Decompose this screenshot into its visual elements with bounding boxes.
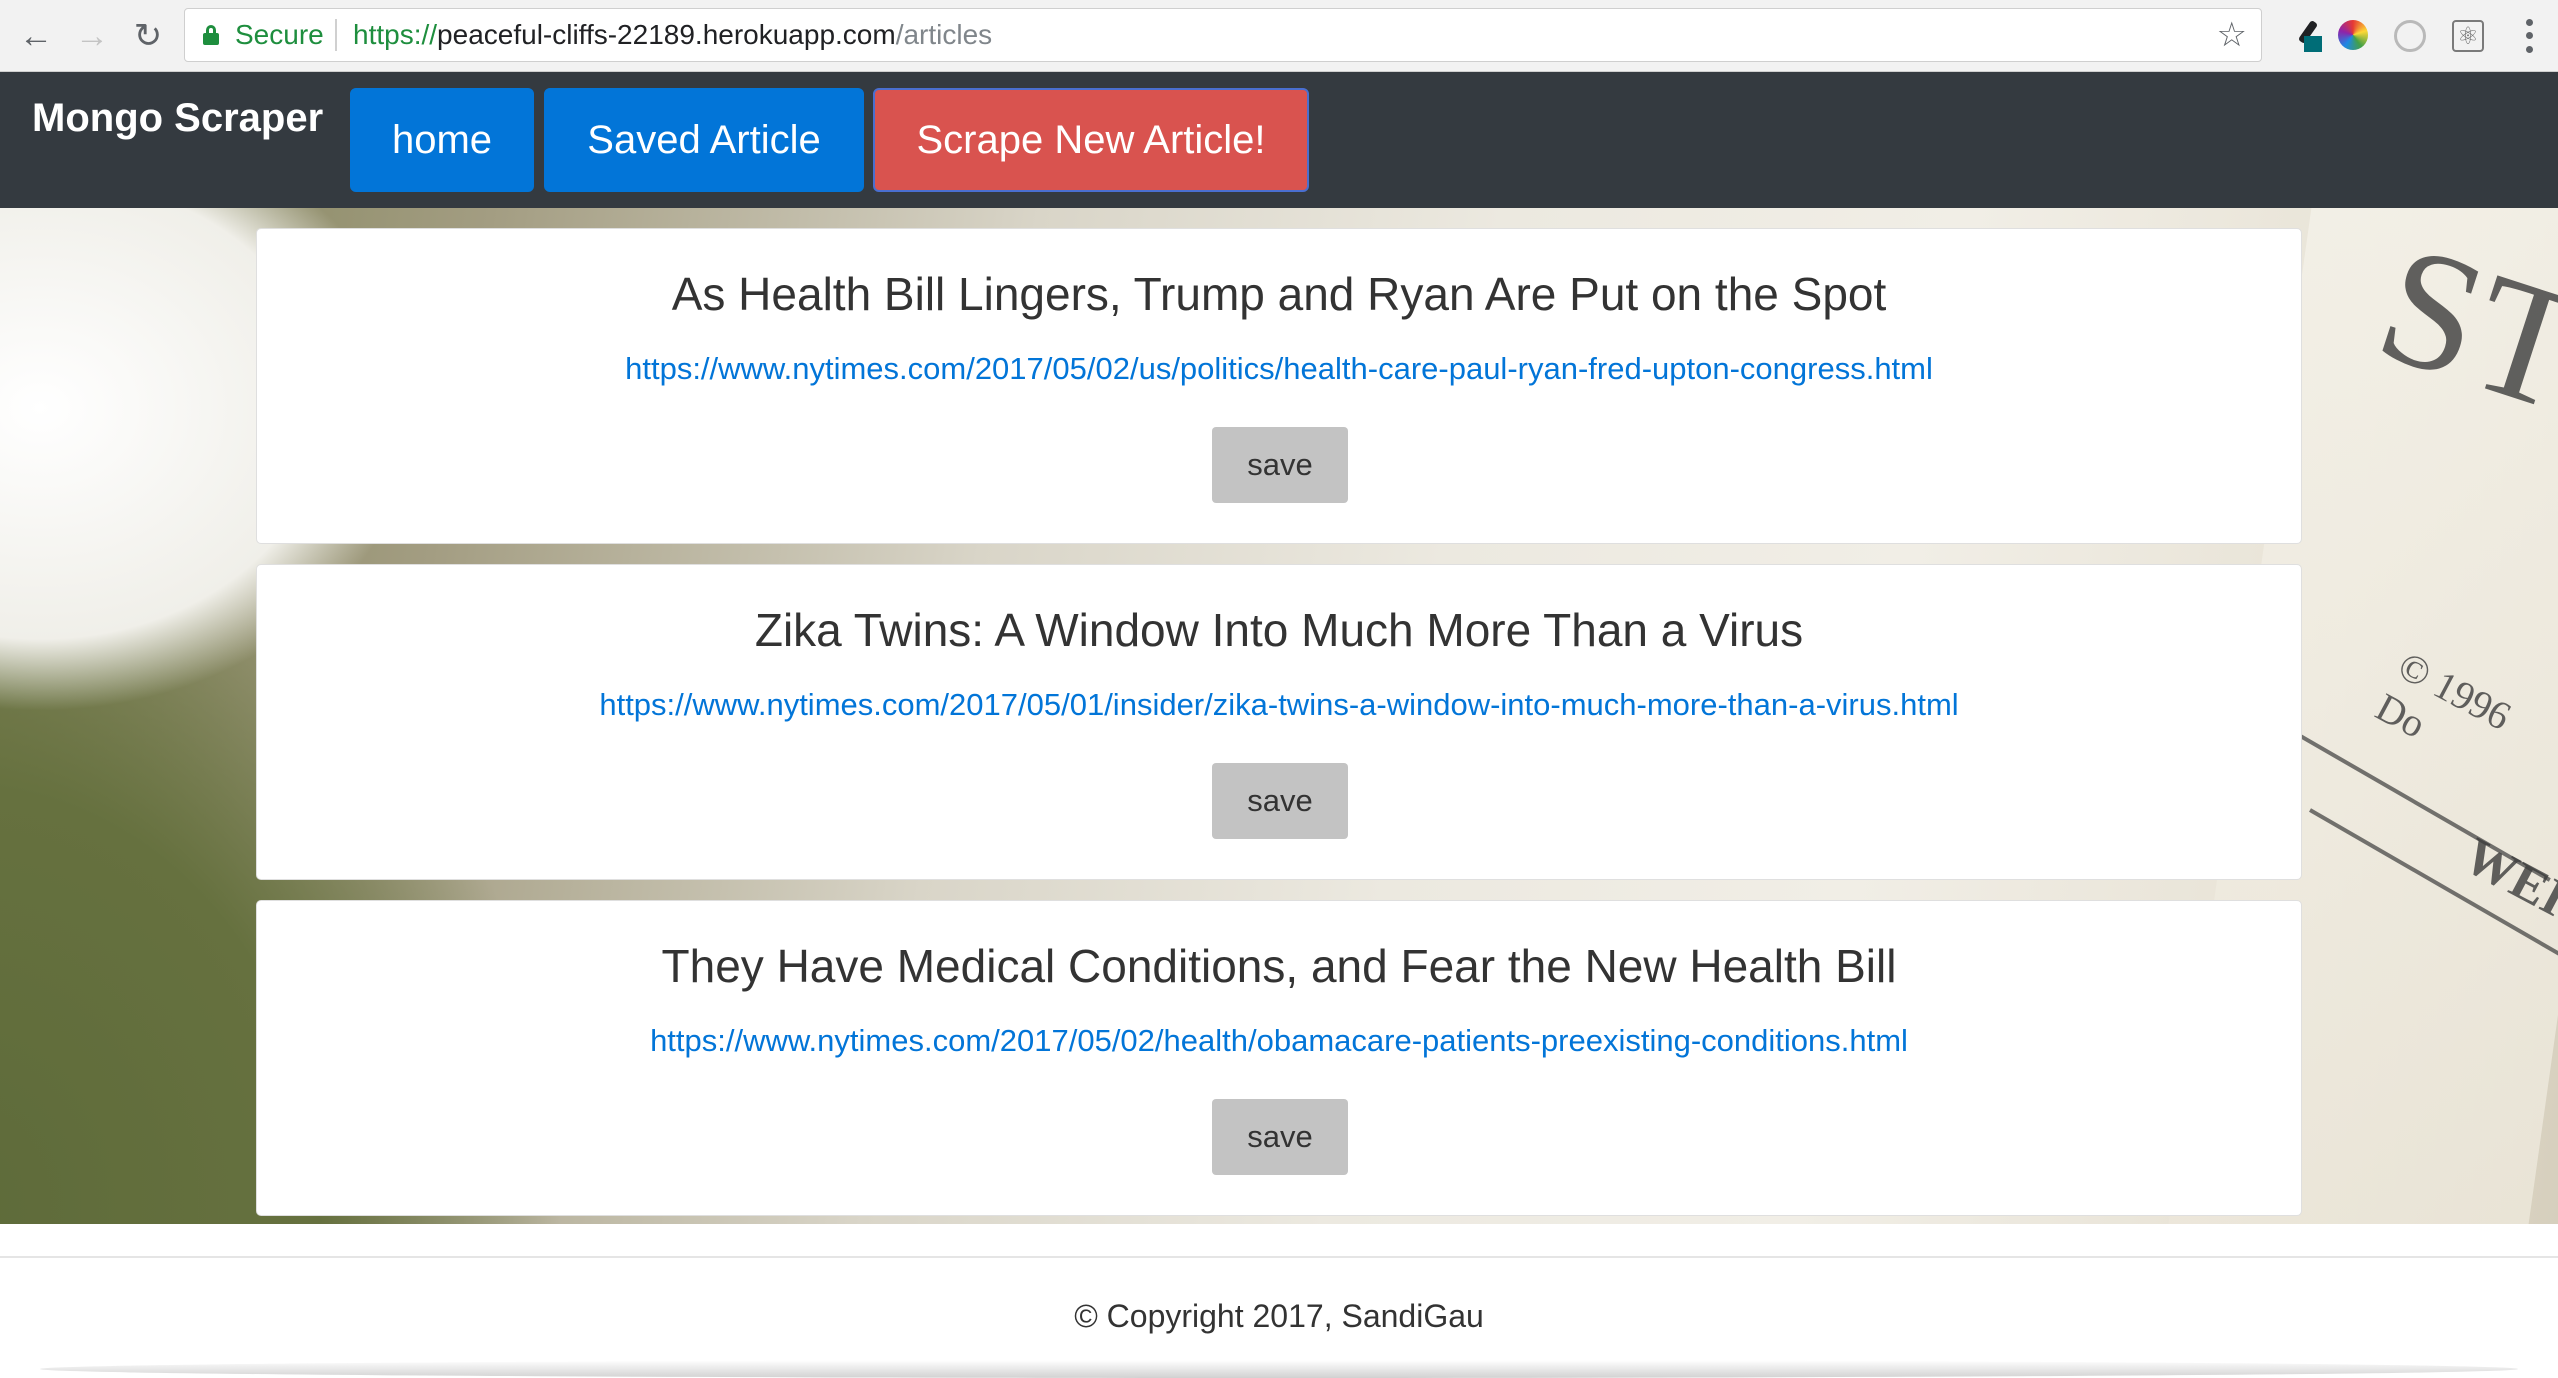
save-button[interactable]: save bbox=[1212, 427, 1348, 503]
lock-icon bbox=[203, 25, 219, 45]
address-separator bbox=[335, 19, 337, 51]
react-devtools-icon[interactable]: ⚛ bbox=[2452, 20, 2484, 52]
browser-menu-icon[interactable] bbox=[2524, 16, 2534, 56]
browser-toolbar: ← → ↻ Secure https://peaceful-cliffs-221… bbox=[0, 0, 2558, 72]
article-card: Zika Twins: A Window Into Much More Than… bbox=[256, 564, 2302, 880]
address-bar[interactable]: Secure https://peaceful-cliffs-22189.her… bbox=[184, 8, 2262, 62]
article-link[interactable]: https://www.nytimes.com/2017/05/02/us/po… bbox=[257, 351, 2301, 387]
circle-extension-icon[interactable] bbox=[2394, 20, 2426, 52]
url-text[interactable]: https://peaceful-cliffs-22189.herokuapp.… bbox=[353, 19, 992, 51]
footer-shadow bbox=[40, 1360, 2518, 1378]
color-wheel-extension-icon[interactable] bbox=[2338, 20, 2368, 50]
url-scheme: https:// bbox=[353, 19, 438, 50]
article-list: As Health Bill Lingers, Trump and Ryan A… bbox=[256, 228, 2302, 1236]
article-link[interactable]: https://www.nytimes.com/2017/05/02/healt… bbox=[257, 1023, 2301, 1059]
article-title: Zika Twins: A Window Into Much More Than… bbox=[754, 604, 1804, 656]
bookmark-star-icon[interactable]: ☆ bbox=[2217, 15, 2247, 56]
article-card: They Have Medical Conditions, and Fear t… bbox=[256, 900, 2302, 1216]
arrow-left-icon: ← bbox=[19, 17, 53, 55]
back-button[interactable]: ← bbox=[14, 14, 58, 58]
url-path: /articles bbox=[895, 19, 993, 50]
article-card: As Health Bill Lingers, Trump and Ryan A… bbox=[256, 228, 2302, 544]
saved-article-button[interactable]: Saved Article bbox=[544, 88, 864, 192]
footer-divider bbox=[0, 1256, 2558, 1258]
article-title: They Have Medical Conditions, and Fear t… bbox=[661, 940, 1897, 992]
arrow-right-icon: → bbox=[75, 17, 109, 55]
eyedropper-extension-icon[interactable] bbox=[2290, 18, 2326, 54]
copyright-text: © Copyright 2017, SandiGau bbox=[1074, 1298, 1484, 1334]
forward-button[interactable]: → bbox=[70, 14, 114, 58]
home-button[interactable]: home bbox=[350, 88, 534, 192]
page-footer: © Copyright 2017, SandiGau bbox=[0, 1224, 2558, 1378]
url-host: peaceful-cliffs-22189.herokuapp.com bbox=[437, 19, 896, 50]
scrape-new-article-button[interactable]: Scrape New Article! bbox=[873, 88, 1309, 192]
reload-button[interactable]: ↻ bbox=[126, 14, 170, 58]
react-glyph: ⚛ bbox=[2457, 22, 2479, 50]
brand-title[interactable]: Mongo Scraper bbox=[32, 96, 323, 141]
article-title: As Health Bill Lingers, Trump and Ryan A… bbox=[671, 268, 1887, 320]
save-button[interactable]: save bbox=[1212, 763, 1348, 839]
reload-icon: ↻ bbox=[133, 17, 163, 55]
article-link[interactable]: https://www.nytimes.com/2017/05/01/insid… bbox=[257, 687, 2301, 723]
security-label: Secure bbox=[235, 19, 324, 50]
app-navbar: Mongo Scraper home Saved Article Scrape … bbox=[0, 72, 2558, 208]
save-button[interactable]: save bbox=[1212, 1099, 1348, 1175]
